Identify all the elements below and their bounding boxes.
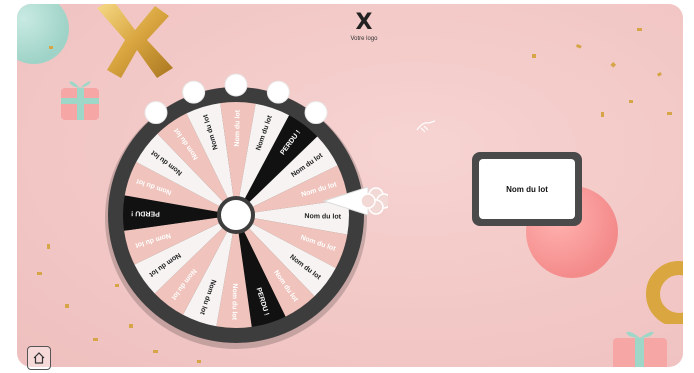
- wheel-segment-label: Nom du lot: [234, 109, 242, 146]
- wheel-segment-label: PERDU !: [131, 209, 160, 217]
- wheel-segment-label: Nom du lot: [304, 213, 341, 221]
- wheel-light: [182, 80, 206, 104]
- home-button[interactable]: [27, 346, 51, 370]
- prize-display: Nom du lot: [472, 152, 582, 226]
- wheel-light: [304, 101, 328, 125]
- wheel-light: [266, 80, 290, 104]
- prize-wheel[interactable]: PERDU !Nom du lotNom du lotNom du lotNom…: [86, 71, 388, 349]
- wheel-center-hub: [217, 196, 255, 234]
- home-icon: [33, 352, 45, 364]
- wheel-segment-label: Nom du lot: [230, 283, 238, 320]
- prize-label: Nom du lot: [479, 159, 575, 219]
- pointer-leaf: [360, 193, 376, 209]
- wheel-light: [224, 73, 248, 97]
- wheel-light: [144, 101, 168, 125]
